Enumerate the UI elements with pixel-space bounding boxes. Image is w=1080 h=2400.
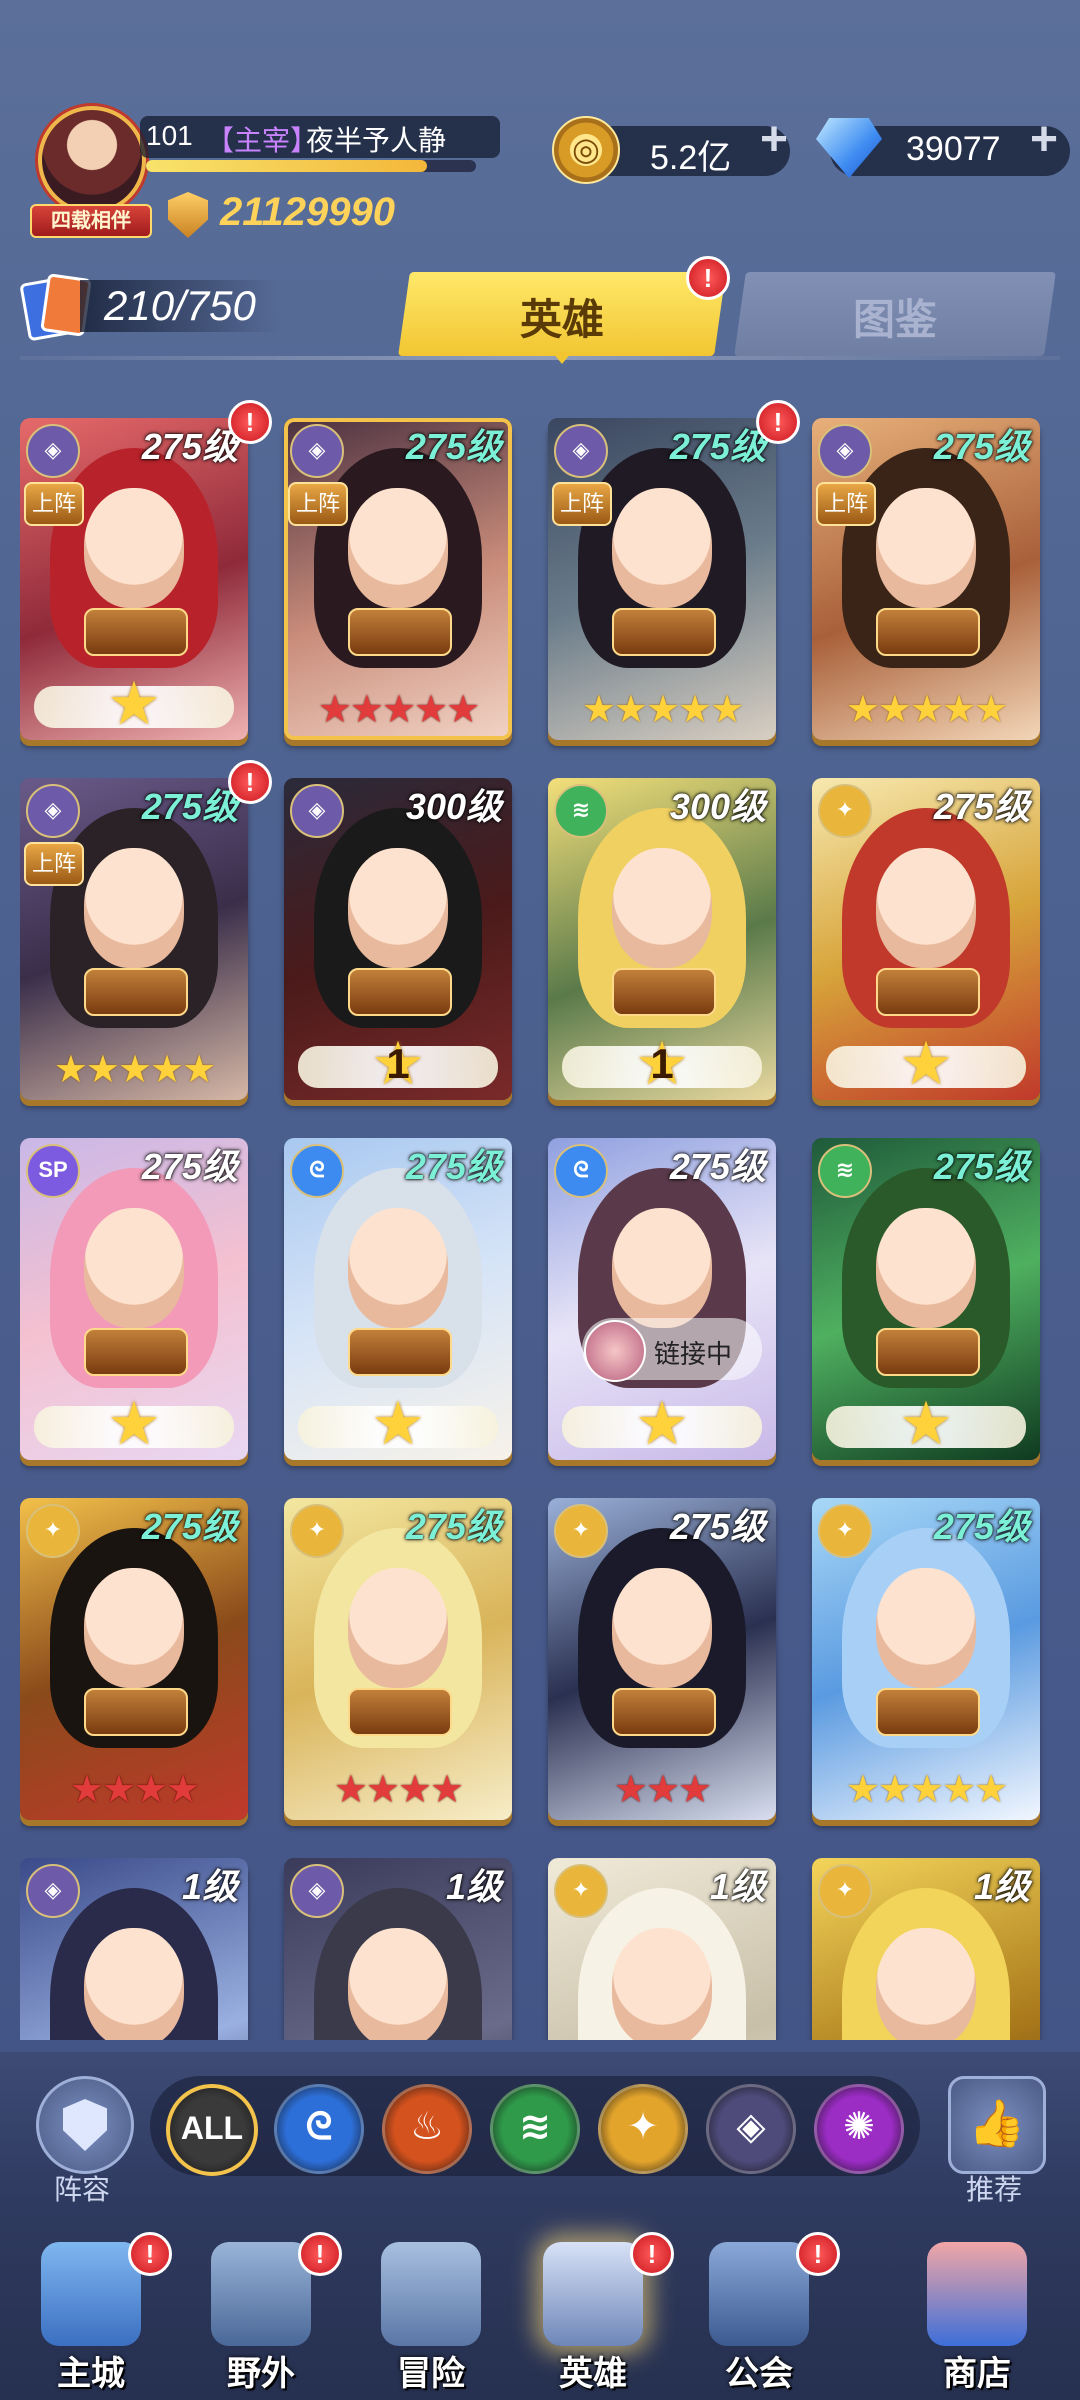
card-frame bbox=[548, 418, 776, 740]
helmet-icon bbox=[543, 2242, 643, 2346]
card-frame bbox=[20, 1138, 248, 1460]
card-frame bbox=[284, 1498, 512, 1820]
tab-caret-icon bbox=[552, 352, 572, 364]
nav-gate[interactable]: 冒险 bbox=[366, 2236, 496, 2393]
combat-power: 21129990 bbox=[220, 190, 395, 234]
gate-icon bbox=[381, 2242, 481, 2346]
banner-icon bbox=[709, 2242, 809, 2346]
exp-bar-fill bbox=[146, 160, 427, 172]
nav-shop[interactable]: 商店 bbox=[912, 2236, 1042, 2393]
hero-card[interactable]: ᘓ 275级 链接中 ★ bbox=[548, 1138, 776, 1460]
hero-card[interactable]: ≋ 300级 ★ 1 bbox=[548, 778, 776, 1100]
power-shield-icon bbox=[168, 192, 208, 238]
filter-light-faction-icon[interactable]: ✦ bbox=[598, 2084, 688, 2174]
formation-label: 阵容 bbox=[53, 2174, 110, 2205]
filter-water-faction-icon[interactable]: ᘓ bbox=[274, 2084, 364, 2174]
tab-hero-label: 英雄 bbox=[519, 296, 604, 343]
recommend-label: 推荐 bbox=[965, 2174, 1022, 2205]
hero-card[interactable]: ◈ 275级 上阵 ★ bbox=[20, 418, 248, 740]
hero-count: 210/750 bbox=[104, 282, 256, 329]
gem-amount: 39077 bbox=[906, 130, 1001, 168]
player-avatar-frame[interactable]: 四载相伴 bbox=[18, 100, 158, 240]
card-frame bbox=[812, 778, 1040, 1100]
filter-all-button[interactable]: ALL bbox=[166, 2084, 258, 2176]
card-frame bbox=[812, 1858, 1040, 2040]
hero-card[interactable]: ✦ 1级 bbox=[548, 1858, 776, 2040]
hero-card[interactable]: ◈ 275级 上阵 ★★★★★ bbox=[548, 418, 776, 740]
player-level: 101 bbox=[146, 120, 193, 151]
card-frame bbox=[20, 1858, 248, 2040]
nav-alert-badge: ! bbox=[630, 2232, 674, 2276]
hero-alert-badge: ! bbox=[756, 400, 800, 444]
coin-amount: 5.2亿 bbox=[650, 139, 732, 177]
tab-codex-label: 图鉴 bbox=[852, 296, 937, 343]
hero-alert-badge: ! bbox=[228, 400, 272, 444]
card-frame bbox=[812, 418, 1040, 740]
filter-fire-faction-icon[interactable]: ♨ bbox=[382, 2084, 472, 2174]
hero-card[interactable]: ᘓ 275级 ★ bbox=[284, 1138, 512, 1460]
card-frame bbox=[20, 1498, 248, 1820]
hero-grid: ◈ 275级 上阵 ★ ◈ 275级 上阵 ★★★★★ ◈ 275级 上阵 ★★★★★ ◈ 275级 上阵 ★… bbox=[20, 418, 1060, 2040]
hero-card[interactable]: ✦ 1级 bbox=[812, 1858, 1040, 2040]
hero-card[interactable]: ◈ 300级 ★ 1 bbox=[284, 778, 512, 1100]
nav-label: 英雄 bbox=[559, 2355, 627, 2393]
card-frame bbox=[548, 1498, 776, 1820]
recommend-button[interactable]: 👍 bbox=[948, 2076, 1046, 2174]
tab-divider bbox=[20, 356, 1060, 360]
nav-label: 主城 bbox=[57, 2355, 125, 2393]
hero-card[interactable]: ◈ 275级 上阵 ★★★★★ bbox=[284, 418, 512, 740]
add-coin-button[interactable]: + bbox=[760, 112, 788, 167]
player-title: 【主宰】 bbox=[206, 125, 319, 156]
filter-chaos-faction-icon[interactable]: ✺ bbox=[814, 2084, 904, 2174]
portal-icon bbox=[211, 2242, 311, 2346]
hero-card[interactable]: ✦ 275级 ★★★★★ bbox=[812, 1498, 1040, 1820]
hero-card[interactable]: ◈ 275级 上阵 ★★★★★ bbox=[20, 778, 248, 1100]
hero-card[interactable]: ◈ 1级 bbox=[284, 1858, 512, 2040]
nav-label: 野外 bbox=[227, 2355, 295, 2393]
exp-bar bbox=[146, 160, 476, 172]
add-gem-button[interactable]: + bbox=[1030, 112, 1058, 167]
card-frame bbox=[284, 1858, 512, 2040]
castle-icon bbox=[41, 2242, 141, 2346]
coin-icon: ◎ bbox=[552, 116, 620, 184]
shop-icon bbox=[927, 2242, 1027, 2346]
nav-label: 冒险 bbox=[397, 2355, 465, 2393]
card-frame bbox=[20, 778, 248, 1100]
card-frame bbox=[812, 1498, 1040, 1820]
avatar[interactable] bbox=[38, 106, 146, 214]
hero-cards-icon bbox=[19, 273, 92, 342]
player-name: 夜半予人静 bbox=[306, 125, 447, 156]
hero-card[interactable]: ◈ 275级 上阵 ★★★★★ bbox=[812, 418, 1040, 740]
nav-label: 公会 bbox=[725, 2355, 793, 2393]
card-frame bbox=[284, 418, 512, 740]
shield-icon bbox=[63, 2099, 107, 2151]
card-frame bbox=[284, 1138, 512, 1460]
card-frame bbox=[284, 778, 512, 1100]
tab-hero-alert-badge: ! bbox=[686, 256, 730, 300]
filter-forest-faction-icon[interactable]: ≋ bbox=[490, 2084, 580, 2174]
hero-card[interactable]: ✦ 275级 ★★★★ bbox=[20, 1498, 248, 1820]
nav-alert-badge: ! bbox=[298, 2232, 342, 2276]
formation-button[interactable] bbox=[36, 2076, 134, 2174]
hero-card[interactable]: ◈ 1级 bbox=[20, 1858, 248, 2040]
hero-alert-badge: ! bbox=[228, 760, 272, 804]
card-frame bbox=[812, 1138, 1040, 1460]
card-frame bbox=[548, 1858, 776, 2040]
card-frame bbox=[20, 418, 248, 740]
filter-void-faction-icon[interactable]: ◈ bbox=[706, 2084, 796, 2174]
hero-card[interactable]: ✦ 275级 ★★★★ bbox=[284, 1498, 512, 1820]
nav-alert-badge: ! bbox=[128, 2232, 172, 2276]
card-frame bbox=[548, 1138, 776, 1460]
hero-card[interactable]: ✦ 275级 ★★★ bbox=[548, 1498, 776, 1820]
card-frame bbox=[548, 778, 776, 1100]
nav-label: 商店 bbox=[943, 2355, 1011, 2393]
nav-alert-badge: ! bbox=[796, 2232, 840, 2276]
hero-card[interactable]: ✦ 275级 ★ bbox=[812, 778, 1040, 1100]
hero-card[interactable]: ≋ 275级 ★ bbox=[812, 1138, 1040, 1460]
hero-card[interactable]: SP 275级 ★ bbox=[20, 1138, 248, 1460]
anniversary-badge: 四载相伴 bbox=[30, 204, 152, 238]
